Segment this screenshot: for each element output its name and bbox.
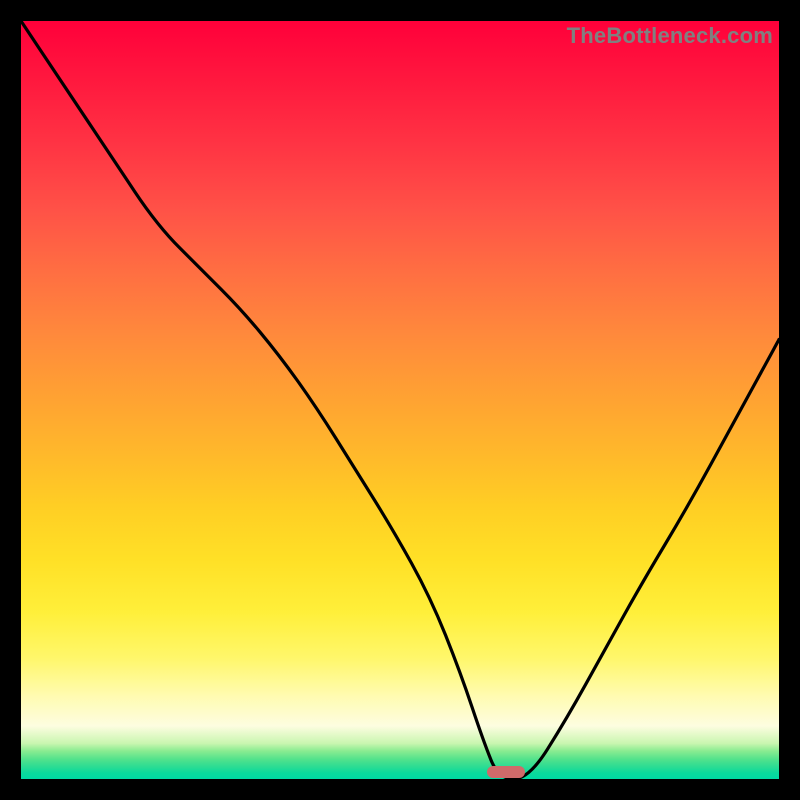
- bottleneck-curve: [21, 21, 779, 779]
- optimum-marker: [487, 766, 525, 778]
- plot-area: TheBottleneck.com: [21, 21, 779, 779]
- chart-frame: TheBottleneck.com: [0, 0, 800, 800]
